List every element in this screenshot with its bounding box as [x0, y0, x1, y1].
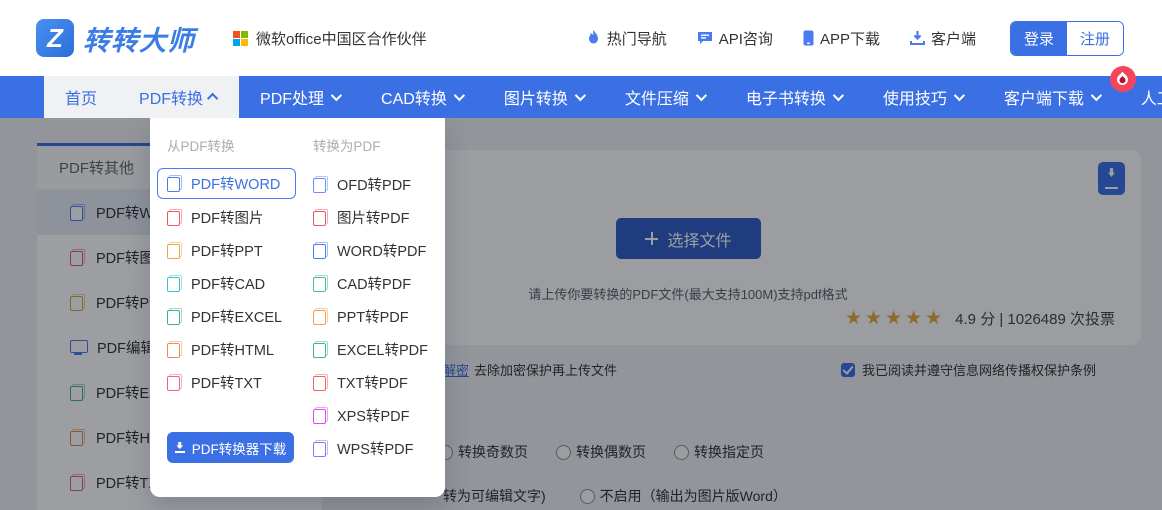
- pdf-convert-dropdown: 从PDF转换 PDF转WORD PDF转图片 PDF转PPT PDF转CAD P…: [150, 118, 445, 497]
- menu-item-txt-to-pdf[interactable]: TXT转PDF: [312, 366, 428, 399]
- menu-item-word-to-pdf[interactable]: WORD转PDF: [312, 234, 428, 267]
- brand-logo[interactable]: Z 转转大师: [36, 19, 195, 58]
- nav-item-manual-convert[interactable]: 人工转换 HOT: [1120, 76, 1162, 118]
- menu-item-pdf-to-word[interactable]: PDF转WORD: [157, 168, 296, 199]
- header-link-app[interactable]: APP下载: [803, 28, 880, 49]
- menu-item-pdf-to-image[interactable]: PDF转图片: [167, 201, 300, 234]
- auth-buttons: 登录 注册: [1009, 20, 1124, 56]
- chevron-down-icon: [453, 89, 465, 102]
- menu-item-ppt-to-pdf[interactable]: PPT转PDF: [312, 300, 428, 333]
- chevron-down-icon: [832, 89, 844, 102]
- nav-item-cad-convert[interactable]: CAD转换: [360, 76, 483, 118]
- nav-item-ebook-convert[interactable]: 电子书转换: [725, 76, 862, 118]
- menu-item-pdf-to-cad[interactable]: PDF转CAD: [167, 267, 300, 300]
- document-icon: [167, 374, 182, 391]
- menu-item-cad-to-pdf[interactable]: CAD转PDF: [312, 267, 428, 300]
- header-link-hot-nav[interactable]: 热门导航: [586, 28, 667, 49]
- menu-item-pdf-to-txt[interactable]: PDF转TXT: [167, 366, 300, 399]
- document-icon: [312, 407, 328, 424]
- chevron-down-icon: [330, 89, 343, 102]
- menu-item-wps-to-pdf[interactable]: WPS转PDF: [312, 432, 428, 465]
- document-icon: [312, 374, 328, 391]
- document-icon: [312, 341, 328, 358]
- chevron-down-icon: [1090, 89, 1102, 102]
- header-link-client[interactable]: 客户端: [909, 28, 976, 49]
- dropdown-col-title-from: 从PDF转换: [167, 139, 235, 154]
- partner-text: 微软office中国区合作伙伴: [256, 30, 427, 48]
- menu-item-pdf-to-excel[interactable]: PDF转EXCEL: [167, 300, 300, 333]
- document-icon: [312, 176, 328, 193]
- menu-item-pdf-to-ppt[interactable]: PDF转PPT: [167, 234, 300, 267]
- document-icon: [167, 175, 182, 192]
- brand-logo-icon: Z: [36, 19, 74, 57]
- chat-icon: [697, 31, 713, 46]
- document-icon: [312, 440, 328, 457]
- register-button[interactable]: 注册: [1066, 21, 1123, 55]
- menu-item-xps-to-pdf[interactable]: XPS转PDF: [312, 399, 428, 432]
- menu-item-pdf-to-html[interactable]: PDF转HTML: [167, 333, 300, 366]
- nav-item-pdf-convert[interactable]: PDF转换: [118, 76, 239, 118]
- chevron-down-icon: [953, 89, 965, 102]
- partner-badge: 微软office中国区合作伙伴: [233, 28, 427, 49]
- microsoft-logo-icon: [233, 30, 248, 46]
- document-icon: [312, 308, 328, 325]
- nav-item-pdf-process[interactable]: PDF处理: [239, 76, 360, 118]
- download-icon: [909, 30, 925, 46]
- document-icon: [167, 242, 182, 259]
- menu-item-excel-to-pdf[interactable]: EXCEL转PDF: [312, 333, 428, 366]
- brand-name: 转转大师: [83, 25, 195, 56]
- nav-item-client-download[interactable]: 客户端下载: [983, 66, 1136, 118]
- nav-item-tips[interactable]: 使用技巧: [862, 76, 983, 118]
- document-icon: [167, 308, 182, 325]
- page-content: PDF转其他 PDF转WORD PDF转图片 PDF转PPT PDF编辑器 PD…: [0, 118, 1162, 510]
- chevron-down-icon: [574, 89, 586, 102]
- chevron-up-icon: [206, 92, 219, 105]
- header-links: 热门导航 API咨询 APP下载 客户端: [586, 28, 976, 49]
- header-link-api[interactable]: API咨询: [697, 28, 773, 49]
- nav-item-file-compress[interactable]: 文件压缩: [604, 76, 725, 118]
- document-icon: [312, 209, 328, 226]
- header: Z 转转大师 微软office中国区合作伙伴 热门导航 API咨询 APP下载 …: [0, 0, 1162, 76]
- pdf-converter-download-button[interactable]: PDF转换器下载: [167, 432, 294, 463]
- dropdown-col-title-to: 转换为PDF: [312, 139, 381, 154]
- phone-icon: [803, 30, 814, 46]
- download-icon: [174, 442, 185, 453]
- document-icon: [167, 275, 182, 292]
- document-icon: [167, 209, 182, 226]
- chevron-down-icon: [695, 89, 707, 102]
- main-nav: 首页 PDF转换 PDF处理 CAD转换 图片转换 文件压缩 电子书转换 使用技…: [0, 66, 1162, 118]
- nav-item-home[interactable]: 首页: [44, 76, 118, 118]
- menu-item-ofd-to-pdf[interactable]: OFD转PDF: [312, 168, 428, 201]
- document-icon: [167, 341, 182, 358]
- flame-icon: [586, 30, 601, 46]
- nav-item-image-convert[interactable]: 图片转换: [483, 76, 604, 118]
- login-button[interactable]: 登录: [1010, 21, 1067, 55]
- document-icon: [312, 242, 328, 259]
- document-icon: [312, 275, 328, 292]
- menu-item-image-to-pdf[interactable]: 图片转PDF: [312, 201, 428, 234]
